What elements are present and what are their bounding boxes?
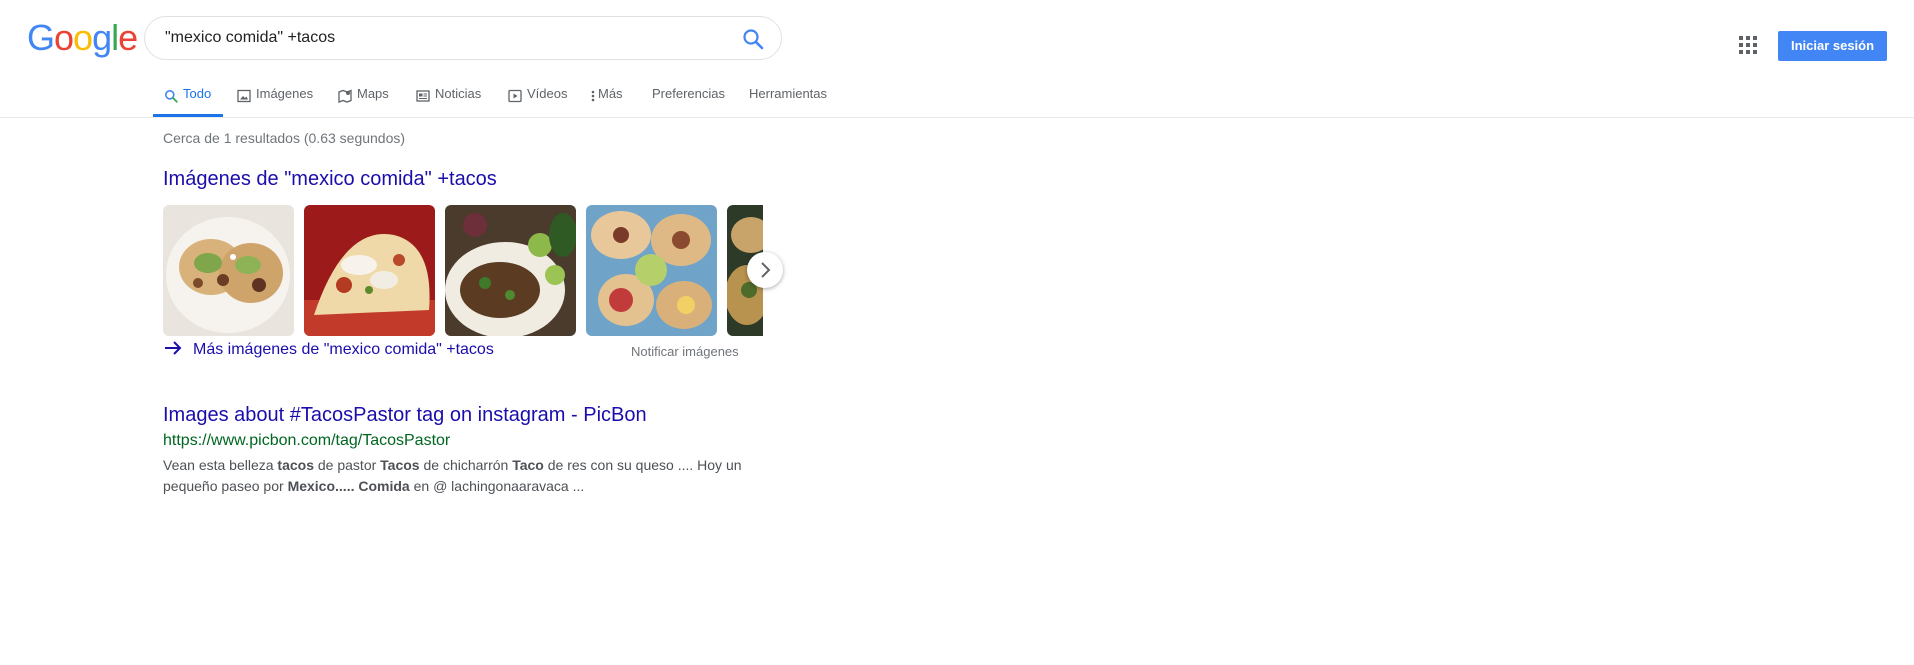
- tab-herramientas[interactable]: Herramientas: [749, 82, 827, 117]
- tab-label: Todo: [183, 86, 212, 101]
- snippet-text: de pastor: [314, 457, 381, 473]
- logo-letter: o: [73, 17, 93, 58]
- logo-letter: g: [92, 17, 112, 58]
- image-thumbnail[interactable]: [445, 205, 576, 336]
- logo-letter: e: [118, 17, 138, 58]
- tab-mas[interactable]: Más: [590, 82, 623, 117]
- snippet-highlight: Comida: [358, 478, 410, 494]
- more-vert-icon: [590, 87, 596, 101]
- chevron-right-icon: [761, 262, 771, 278]
- search-icon[interactable]: [741, 27, 765, 51]
- image-thumbnail[interactable]: [163, 205, 294, 336]
- snippet-line: Vean esta belleza tacos de pastor Tacos …: [163, 455, 763, 476]
- tab-maps[interactable]: Maps: [338, 82, 389, 117]
- snippet-highlight: Taco: [512, 457, 544, 473]
- snippet-text: de chicharrón: [419, 457, 513, 473]
- snippet-line: pequeño paseo por Mexico..... Comida en …: [163, 476, 763, 497]
- result-url[interactable]: https://www.picbon.com/tag/TacosPastor: [163, 432, 450, 450]
- signin-button[interactable]: Iniciar sesión: [1778, 31, 1887, 61]
- tab-label: Preferencias: [652, 86, 725, 101]
- image-carousel: [163, 205, 763, 336]
- snippet-highlight: Tacos: [380, 457, 420, 473]
- tab-label: Más: [598, 86, 623, 101]
- tab-videos[interactable]: Vídeos: [508, 82, 567, 117]
- carousel-next-button[interactable]: [747, 252, 783, 288]
- result-snippet: Vean esta belleza tacos de pastor Tacos …: [163, 455, 763, 497]
- news-icon: [416, 87, 430, 102]
- map-icon: [338, 87, 352, 103]
- apps-grid-icon[interactable]: [1739, 36, 1757, 54]
- more-images-label: Más imágenes de "mexico comida" +tacos: [193, 341, 494, 358]
- header-divider: [0, 117, 1914, 118]
- more-images-link[interactable]: Más imágenes de "mexico comida" +tacos: [163, 341, 494, 359]
- image-thumbnail[interactable]: [304, 205, 435, 336]
- result-title-link[interactable]: Images about #TacosPastor tag on instagr…: [163, 404, 647, 427]
- logo-letter: G: [27, 17, 55, 58]
- snippet-text: de res con su queso .... Hoy un: [543, 457, 742, 473]
- google-logo[interactable]: Google: [27, 17, 138, 58]
- result-stats: Cerca de 1 resultados (0.63 segundos): [163, 130, 406, 146]
- arrow-right-icon: [163, 340, 183, 356]
- tab-label: Noticias: [435, 86, 482, 101]
- image-thumbnail[interactable]: [586, 205, 717, 336]
- snippet-highlight: tacos: [277, 457, 314, 473]
- search-input[interactable]: [165, 17, 725, 59]
- tab-preferencias[interactable]: Preferencias: [652, 82, 725, 117]
- tab-noticias[interactable]: Noticias: [416, 82, 481, 117]
- report-images-link[interactable]: Notificar imágenes: [631, 344, 739, 359]
- logo-letter: o: [54, 17, 74, 58]
- search-icon: [164, 87, 178, 103]
- tab-label: Herramientas: [749, 86, 828, 101]
- snippet-text: Vean esta belleza: [163, 457, 278, 473]
- snippet-text: pequeño paseo por: [163, 478, 288, 494]
- snippet-highlight: Mexico.....: [287, 478, 355, 494]
- tab-label: Vídeos: [527, 86, 568, 101]
- tab-imagenes[interactable]: Imágenes: [237, 82, 313, 117]
- tab-label: Imágenes: [256, 86, 314, 101]
- search-box[interactable]: [144, 16, 782, 60]
- images-heading-link[interactable]: Imágenes de "mexico comida" +tacos: [163, 168, 497, 191]
- tab-label: Maps: [357, 86, 389, 101]
- tab-todo[interactable]: Todo: [153, 82, 223, 117]
- snippet-text: en @ lachingonaaravaca ...: [409, 478, 585, 494]
- image-icon: [237, 87, 251, 102]
- logo-letter: l: [111, 17, 119, 58]
- video-icon: [508, 87, 522, 102]
